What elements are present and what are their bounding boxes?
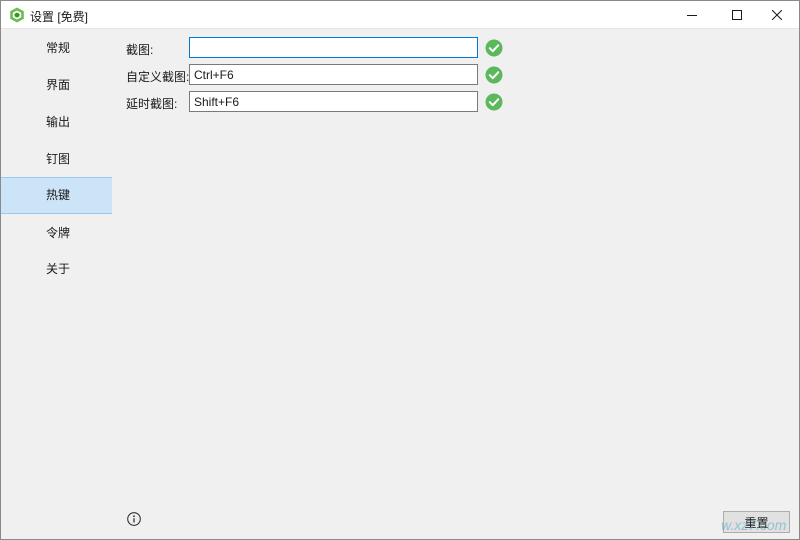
sidebar-item-interface[interactable]: 界面 [1, 67, 112, 104]
settings-window: 设置 [免费] 常规 界面 输出 钉图 热键 令牌 关于 截图: 自定义截图: … [0, 0, 800, 540]
window-title: 设置 [免费] [30, 10, 89, 24]
delayed-screenshot-hotkey-input[interactable] [189, 91, 478, 112]
title-bar[interactable]: 设置 [免费] [1, 1, 799, 29]
watermark: w.xz7.com [721, 517, 787, 533]
minimize-button[interactable] [669, 1, 715, 29]
info-icon[interactable] [127, 512, 141, 526]
sidebar-item-about[interactable]: 关于 [1, 251, 112, 288]
sidebar-nav: 常规 界面 输出 钉图 热键 令牌 关于 [1, 29, 112, 539]
custom-screenshot-hotkey-input[interactable] [189, 64, 478, 85]
app-logo-icon [10, 7, 24, 23]
close-icon [772, 10, 782, 20]
screenshot-hotkey-input[interactable] [189, 37, 478, 58]
sidebar-item-general[interactable]: 常规 [1, 30, 112, 67]
sidebar-item-hotkeys[interactable]: 热键 [1, 177, 112, 214]
close-button[interactable] [754, 1, 800, 29]
check-circle-icon [485, 39, 503, 57]
check-circle-icon [485, 66, 503, 84]
sidebar-item-output[interactable]: 输出 [1, 104, 112, 141]
delayed-screenshot-hotkey-label: 延时截图: [126, 97, 178, 111]
maximize-icon [732, 10, 742, 20]
minimize-icon [687, 15, 697, 16]
sidebar-item-token[interactable]: 令牌 [1, 215, 112, 252]
screenshot-hotkey-label: 截图: [126, 43, 154, 57]
custom-screenshot-hotkey-label: 自定义截图: [126, 70, 190, 84]
check-circle-icon [485, 93, 503, 111]
sidebar-item-pin[interactable]: 钉图 [1, 141, 112, 178]
